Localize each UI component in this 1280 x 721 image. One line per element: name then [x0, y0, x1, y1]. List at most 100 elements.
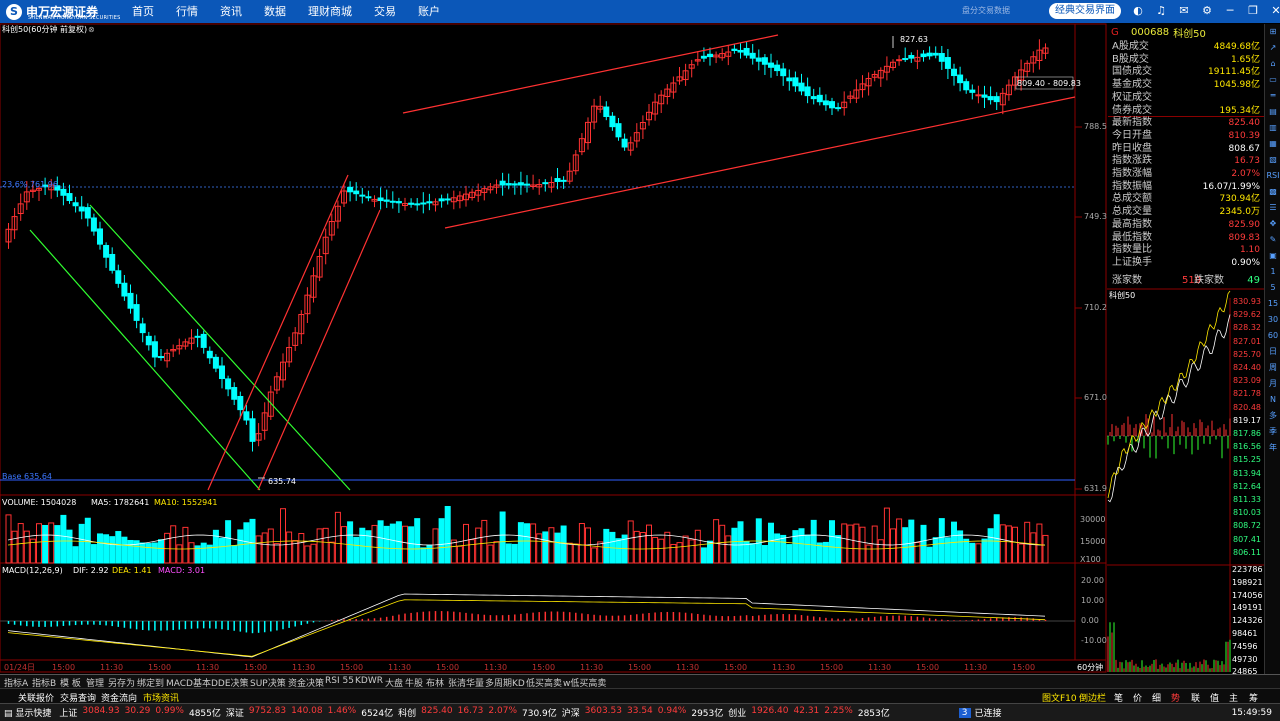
candle-body: [621, 138, 628, 148]
quote-label: 国债成交: [1112, 66, 1152, 78]
volume-bar: [395, 521, 402, 564]
candle-body: [804, 86, 811, 97]
volume-bar: [493, 541, 500, 564]
indicator-tab-10[interactable]: RSI 55: [325, 676, 354, 686]
nav-item-1[interactable]: 行情: [168, 0, 206, 23]
indicator-tab-11[interactable]: KDWR: [355, 676, 383, 686]
volume-bar: [456, 545, 463, 564]
tool-button-16[interactable]: 5: [1265, 280, 1280, 296]
nav-item-5[interactable]: 交易: [366, 0, 404, 23]
intraday-price-tick-19: 806.11: [1233, 547, 1261, 557]
status-item: 0.99%: [155, 706, 184, 716]
candle-body: [816, 94, 823, 103]
tool-button-17[interactable]: 15: [1265, 296, 1280, 312]
volume-bar: [646, 524, 652, 564]
candle-body: [737, 49, 744, 53]
brand-logo[interactable]: S 申万宏源证券 SHENWAN HONGYUAN SECURITIES: [6, 2, 120, 21]
volume-bar: [115, 531, 122, 564]
skin-icon[interactable]: ◐: [1130, 3, 1146, 19]
candle-body: [103, 245, 110, 258]
classic-trade-button[interactable]: 经典交易界面: [1049, 3, 1121, 19]
candle-body: [347, 186, 354, 193]
intraday-price-tick-18: 807.41: [1233, 534, 1261, 544]
candle-body: [829, 101, 835, 109]
headset-icon[interactable]: ♫: [1153, 3, 1169, 19]
volume-bar: [481, 519, 488, 564]
tool-button-6[interactable]: ▥: [1265, 120, 1280, 136]
volume-bar: [853, 523, 860, 564]
candle-body: [249, 418, 256, 442]
tool-button-8[interactable]: ▧: [1265, 152, 1280, 168]
tool-button-10[interactable]: ▩: [1265, 184, 1280, 200]
candle-body: [121, 282, 128, 297]
window-controls: ◐ ♫ ✉ ⚙ ─ ❐ ✕: [1130, 3, 1280, 19]
volume-bar: [66, 529, 73, 564]
quote-row: 总成交量 2345.0万: [1112, 206, 1260, 218]
nav-item-6[interactable]: 账户: [410, 0, 448, 23]
candle-body: [792, 77, 799, 87]
volume-bar: [505, 543, 512, 564]
candle-body: [731, 48, 738, 52]
tool-button-23[interactable]: N: [1265, 392, 1280, 408]
volume-bar: [475, 527, 482, 564]
quote-label: 基金成交: [1112, 79, 1152, 91]
tool-button-24[interactable]: 多: [1265, 408, 1280, 424]
tool-button-25[interactable]: 季: [1265, 424, 1280, 440]
tool-button-15[interactable]: 1: [1265, 264, 1280, 280]
candle-body: [755, 57, 762, 62]
candle-body: [902, 58, 909, 61]
minimize-icon[interactable]: ─: [1222, 3, 1238, 19]
nav-item-4[interactable]: 理财商城: [300, 0, 360, 23]
tool-button-7[interactable]: ▦: [1265, 136, 1280, 152]
main-nav: 首页 行情 资讯 数据 理财商城 交易 账户: [124, 0, 454, 23]
volume-bar: [444, 505, 451, 564]
volume-bar: [694, 529, 701, 564]
tool-button-0[interactable]: ⊞: [1265, 24, 1280, 40]
tool-button-11[interactable]: ☰: [1265, 200, 1280, 216]
candle-body: [761, 57, 768, 65]
nav-item-0[interactable]: 首页: [124, 0, 162, 23]
intraday-vol-tick-2: 174056: [1232, 590, 1263, 600]
tool-button-2[interactable]: ⌂: [1265, 56, 1280, 72]
tool-button-26[interactable]: 年: [1265, 440, 1280, 456]
quick-toggle[interactable]: ▤ 显示快捷: [4, 706, 55, 719]
tool-button-13[interactable]: ✎: [1265, 232, 1280, 248]
quote-value: 808.67: [1228, 143, 1261, 154]
candle-body: [615, 123, 622, 138]
time-tick-8: 11:30: [388, 663, 412, 672]
tool-button-20[interactable]: 日: [1265, 344, 1280, 360]
volume-bar: [591, 547, 598, 564]
restore-icon[interactable]: ❐: [1245, 3, 1261, 19]
candle-body: [707, 53, 713, 58]
quote-label: B股成交: [1112, 53, 1149, 65]
volume-bar: [530, 523, 537, 564]
volume-bar: [957, 530, 964, 564]
status-item: 2.07%: [488, 706, 517, 716]
candle-body: [84, 207, 91, 219]
volume-bar: [859, 526, 866, 564]
nav-item-2[interactable]: 资讯: [212, 0, 250, 23]
mail-icon[interactable]: ✉: [1176, 3, 1192, 19]
tool-button-19[interactable]: 60: [1265, 328, 1280, 344]
tool-button-1[interactable]: ↗: [1265, 40, 1280, 56]
tool-button-3[interactable]: ▭: [1265, 72, 1280, 88]
tool-button-4[interactable]: ═: [1265, 88, 1280, 104]
tool-button-21[interactable]: 周: [1265, 360, 1280, 376]
quote-label: A股成交: [1112, 41, 1149, 52]
intraday-price-tick-8: 820.48: [1233, 402, 1261, 412]
volume-bar: [597, 541, 604, 564]
settings-icon[interactable]: ⚙: [1199, 3, 1215, 19]
candle-body: [444, 198, 451, 201]
tool-button-22[interactable]: 月: [1265, 376, 1280, 392]
tool-button-18[interactable]: 30: [1265, 312, 1280, 328]
volume-bar: [316, 528, 323, 564]
price-level-3: 671.0: [1084, 393, 1107, 402]
tool-button-12[interactable]: ✥: [1265, 216, 1280, 232]
intraday-price-tick-13: 813.94: [1233, 468, 1261, 478]
tool-button-5[interactable]: ▤: [1265, 104, 1280, 120]
close-icon[interactable]: ✕: [1268, 3, 1280, 19]
nav-item-3[interactable]: 数据: [256, 0, 294, 23]
volume-tick-1: 15000: [1080, 537, 1106, 546]
tool-button-14[interactable]: ▣: [1265, 248, 1280, 264]
tool-button-9[interactable]: RSI: [1265, 168, 1280, 184]
